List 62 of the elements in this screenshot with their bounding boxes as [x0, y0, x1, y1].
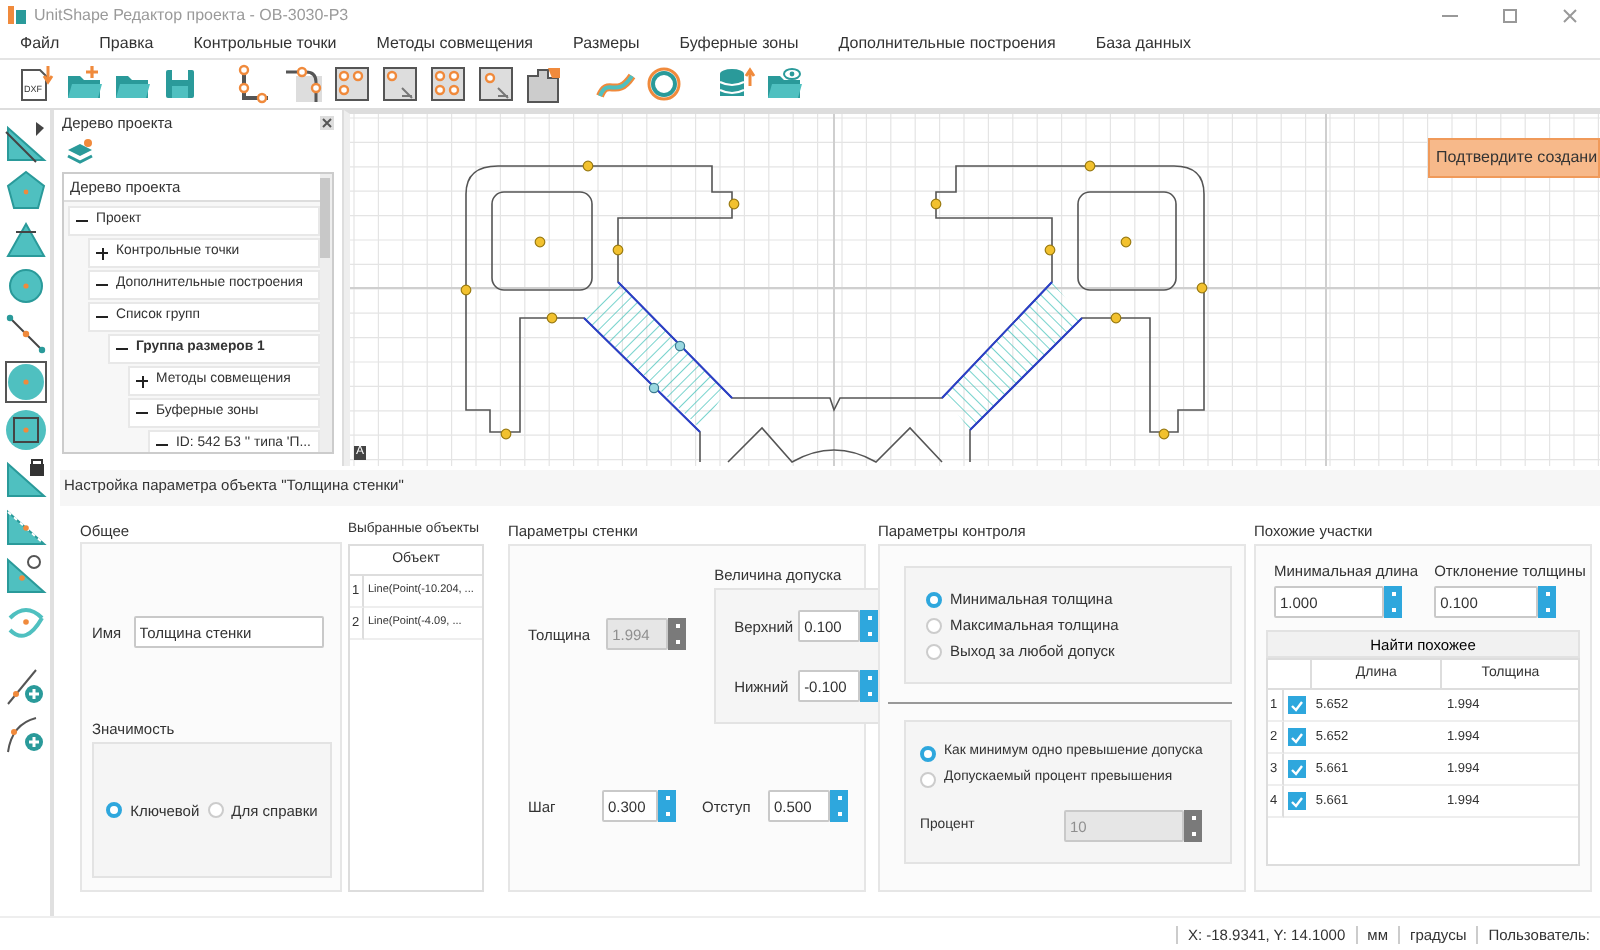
spin-button[interactable]	[658, 790, 676, 822]
collapse-icon[interactable]	[156, 439, 168, 451]
window-title: UnitShape Редактор проекта - ОВ-3030-Р3	[34, 5, 349, 25]
expand-icon[interactable]	[136, 375, 148, 387]
menu-item[interactable]: Файл	[20, 34, 74, 54]
menu-item[interactable]: Дополнительные построения	[838, 34, 1070, 54]
folder-plus-icon[interactable]	[64, 64, 104, 104]
collapse-icon[interactable]	[76, 215, 88, 227]
menu-item[interactable]: Размеры	[573, 34, 654, 54]
spin-button[interactable]	[860, 670, 879, 702]
circles-grid-icon[interactable]	[428, 64, 468, 104]
close-icon[interactable]	[320, 116, 334, 130]
spin-button[interactable]	[1384, 586, 1402, 618]
spin-button[interactable]	[668, 618, 687, 650]
collapse-icon[interactable]	[96, 311, 108, 323]
menu-item[interactable]: Методы совмещения	[376, 34, 548, 54]
checkbox[interactable]	[1287, 760, 1306, 778]
spin-button[interactable]	[830, 790, 848, 822]
collapse-icon[interactable]	[116, 343, 128, 355]
maximize-icon[interactable]	[1502, 7, 1518, 23]
menu-item[interactable]: База данных	[1095, 34, 1205, 54]
menu-item[interactable]: Контрольные точки	[193, 34, 351, 54]
radio-indicator[interactable]	[207, 802, 224, 818]
line-segment-icon[interactable]	[4, 312, 48, 356]
checkbox[interactable]	[1287, 696, 1306, 714]
radio-indicator[interactable]	[926, 643, 942, 659]
point-select-icon[interactable]	[380, 64, 420, 104]
menu-item[interactable]: Буферные зоны	[679, 34, 813, 54]
checkbox[interactable]	[1287, 792, 1306, 810]
triangle-lock-icon[interactable]	[4, 456, 48, 500]
spin-button[interactable]	[1184, 810, 1202, 842]
layers-icon[interactable]	[66, 138, 94, 164]
arc-add-point-icon[interactable]	[4, 712, 48, 756]
app-logo-icon	[6, 4, 28, 26]
triangle-dotted-line-icon[interactable]	[4, 504, 48, 548]
folder-eye-icon[interactable]	[764, 64, 804, 104]
line-add-point-icon[interactable]	[4, 664, 48, 708]
radio-indicator[interactable]	[926, 591, 942, 607]
rounded-corner-icon[interactable]	[284, 64, 324, 104]
holes-pattern-icon[interactable]	[332, 64, 372, 104]
notch-shape-icon[interactable]	[524, 64, 564, 104]
collapse-icon[interactable]	[136, 407, 148, 419]
collapse-icon[interactable]	[96, 279, 108, 291]
circle-in-square-icon[interactable]	[4, 360, 48, 404]
triangle-pin-icon[interactable]	[4, 552, 48, 596]
menu-item[interactable]: Правка	[99, 34, 168, 54]
radio-indicator[interactable]	[920, 745, 936, 761]
radio-indicator[interactable]	[106, 802, 123, 818]
notification-banner: Подтвердите создани	[1428, 138, 1600, 178]
line-cut-icon[interactable]	[4, 120, 48, 164]
radio-indicator[interactable]	[920, 771, 936, 787]
expand-icon[interactable]	[96, 247, 108, 259]
close-icon[interactable]	[1562, 7, 1578, 23]
radio-indicator[interactable]	[926, 617, 942, 633]
save-icon[interactable]	[160, 64, 200, 104]
circle-select-icon[interactable]	[476, 64, 516, 104]
scrollbar-thumb[interactable]	[320, 178, 330, 258]
checkbox[interactable]	[1287, 728, 1306, 746]
spin-button[interactable]	[1538, 586, 1557, 618]
square-in-circle-icon[interactable]	[4, 408, 48, 452]
spin-button[interactable]	[860, 610, 879, 642]
ring-icon[interactable]	[644, 64, 684, 104]
